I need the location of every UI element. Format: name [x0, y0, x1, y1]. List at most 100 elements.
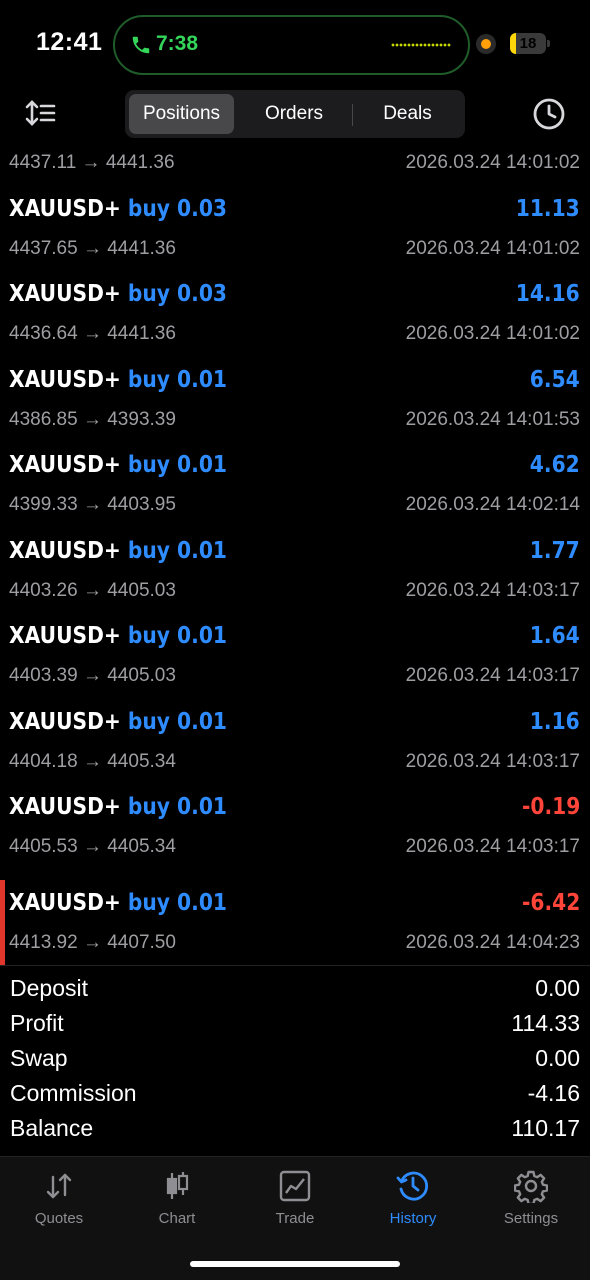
summary-value: 110.17 — [511, 1115, 580, 1141]
deal-time: 2026.03.24 14:01:02 — [405, 323, 580, 344]
deal-title: XAUUSD+ buy 0.01 — [9, 452, 227, 478]
segment-divider — [352, 104, 353, 126]
summary-value: 114.33 — [511, 1010, 580, 1036]
symbol: XAUUSD+ — [9, 537, 121, 564]
price-range: 4399.33 → 4403.95 — [9, 494, 176, 515]
deal-side: buy 0.01 — [127, 452, 227, 478]
deal-side: buy 0.01 — [127, 794, 227, 820]
quotes-icon — [46, 1173, 72, 1199]
deal-title: XAUUSD+ buy 0.03 — [9, 281, 227, 307]
tab-history[interactable]: History — [354, 1169, 472, 1233]
deal-profit: 1.64 — [530, 623, 580, 649]
selection-marker — [0, 879, 5, 965]
symbol: XAUUSD+ — [9, 708, 121, 735]
sort-icon[interactable] — [24, 98, 58, 130]
tab-orders[interactable]: Orders — [238, 94, 350, 134]
segmented-control: Positions Orders Deals — [125, 90, 465, 138]
deal-time: 2026.03.24 14:01:02 — [405, 237, 580, 259]
deal-side: buy 0.01 — [127, 889, 227, 916]
tab-settings[interactable]: Settings — [472, 1169, 590, 1233]
summary-row-swap: Swap 0.00 — [0, 1042, 590, 1077]
deal-time: 2026.03.24 14:03:17 — [405, 750, 580, 772]
summary-divider — [0, 965, 590, 966]
deal-title: XAUUSD+ buy 0.01 — [9, 623, 227, 649]
deal-side: buy 0.01 — [127, 537, 227, 564]
call-activity-pill[interactable]: 7:38 — [113, 15, 470, 75]
tab-chart[interactable]: Chart — [118, 1169, 236, 1233]
candlestick-chart-icon — [166, 1172, 189, 1199]
deal-title: XAUUSD+ buy 0.01 — [9, 709, 227, 735]
status-bar: 12:41 7:38 18 — [0, 0, 590, 86]
microphone-indicator-icon — [476, 34, 496, 54]
audio-waveform-icon — [391, 43, 451, 47]
summary-row-commission: Commission -4.16 — [0, 1077, 590, 1112]
price-range: 4405.53 → 4405.34 — [9, 836, 176, 857]
deals-list[interactable]: 4437.11 → 4441.36 2026.03.24 14:01:02 XA… — [0, 142, 590, 965]
list-item[interactable]: XAUUSD+ buy 0.01 1.16 4404.18 → 4405.34 … — [0, 699, 590, 785]
deal-profit: 14.16 — [515, 281, 580, 307]
list-item[interactable]: XAUUSD+ buy 0.01 1.64 4403.39 → 4405.03 … — [0, 613, 590, 699]
tab-label: Trade — [275, 1210, 315, 1227]
deal-side: buy 0.01 — [127, 623, 227, 649]
tab-label: Quotes — [34, 1210, 84, 1227]
symbol: XAUUSD+ — [9, 889, 121, 916]
deal-time: 2026.03.24 14:03:17 — [405, 579, 580, 601]
deal-side: buy 0.01 — [127, 366, 227, 393]
price-range: 4437.11 → 4441.36 — [9, 152, 175, 173]
tab-positions[interactable]: Positions — [129, 94, 234, 134]
summary-label: Deposit — [10, 975, 88, 1001]
deal-profit: 1.77 — [530, 537, 580, 564]
deal-title: XAUUSD+ buy 0.01 — [9, 890, 227, 916]
symbol: XAUUSD+ — [9, 281, 121, 307]
deal-title: XAUUSD+ buy 0.01 — [9, 538, 227, 564]
tab-trade[interactable]: Trade — [236, 1169, 354, 1233]
deal-profit: 6.54 — [530, 366, 580, 393]
history-icon — [396, 1171, 429, 1201]
deal-profit: 4.62 — [530, 452, 580, 478]
deal-time: 2026.03.24 14:02:14 — [405, 494, 580, 515]
home-indicator[interactable] — [190, 1261, 400, 1267]
deal-profit: -0.19 — [521, 794, 580, 820]
call-duration: 7:38 — [156, 32, 199, 55]
battery-percentage: 18 — [519, 35, 537, 52]
list-item[interactable]: XAUUSD+ buy 0.01 4.62 4399.33 → 4403.95 … — [0, 442, 590, 528]
tab-label: History — [389, 1210, 437, 1227]
summary-value: 0.00 — [535, 975, 580, 1001]
summary-label: Commission — [10, 1080, 137, 1106]
price-range: 4404.18 → 4405.34 — [9, 750, 176, 772]
status-time: 12:41 — [36, 28, 103, 56]
price-range: 4403.26 → 4405.03 — [9, 579, 176, 601]
history-clock-icon[interactable] — [532, 97, 566, 131]
battery-icon: 18 — [510, 33, 546, 54]
price-range: 4386.85 → 4393.39 — [9, 408, 176, 430]
deal-profit: -6.42 — [521, 889, 580, 916]
summary-label: Balance — [10, 1115, 94, 1141]
deal-time: 2026.03.24 14:03:17 — [405, 665, 580, 686]
battery-tip — [547, 40, 550, 47]
phone-icon — [132, 36, 150, 54]
deal-time: 2026.03.24 14:04:23 — [405, 931, 580, 953]
summary-label: Swap — [10, 1045, 68, 1071]
tab-quotes[interactable]: Quotes — [0, 1169, 118, 1233]
deal-side: buy 0.01 — [127, 708, 227, 735]
summary-row-balance: Balance 110.17 — [0, 1112, 590, 1147]
tab-bar: Quotes Chart Trade History Settings — [0, 1156, 590, 1280]
symbol: XAUUSD+ — [9, 794, 121, 820]
gear-icon — [514, 1170, 548, 1203]
list-item-selected[interactable]: XAUUSD+ buy 0.01 -6.42 4413.92 → 4407.50… — [0, 879, 590, 965]
summary-value: -4.16 — [527, 1080, 580, 1106]
deal-time: 2026.03.24 14:01:02 — [405, 152, 580, 173]
list-item[interactable]: XAUUSD+ buy 0.01 1.77 4403.26 → 4405.03 … — [0, 528, 590, 614]
deal-title: XAUUSD+ buy 0.01 — [9, 794, 227, 820]
list-item[interactable]: XAUUSD+ buy 0.03 11.13 4437.65 → 4441.36… — [0, 186, 590, 272]
summary-label: Profit — [10, 1010, 64, 1036]
deal-time: 2026.03.24 14:03:17 — [405, 836, 580, 857]
price-range: 4403.39 → 4405.03 — [9, 665, 176, 686]
tab-deals[interactable]: Deals — [354, 94, 461, 134]
list-item[interactable]: XAUUSD+ buy 0.03 14.16 4436.64 → 4441.36… — [0, 271, 590, 357]
list-item-partial[interactable]: 4437.11 → 4441.36 2026.03.24 14:01:02 — [0, 142, 590, 186]
summary-panel: Deposit 0.00 Profit 114.33 Swap 0.00 Com… — [0, 972, 590, 1147]
list-item[interactable]: XAUUSD+ buy 0.01 6.54 4386.85 → 4393.39 … — [0, 357, 590, 443]
list-item[interactable]: XAUUSD+ buy 0.01 -0.19 4405.53 → 4405.34… — [0, 784, 590, 870]
deal-side: buy 0.03 — [127, 195, 227, 222]
